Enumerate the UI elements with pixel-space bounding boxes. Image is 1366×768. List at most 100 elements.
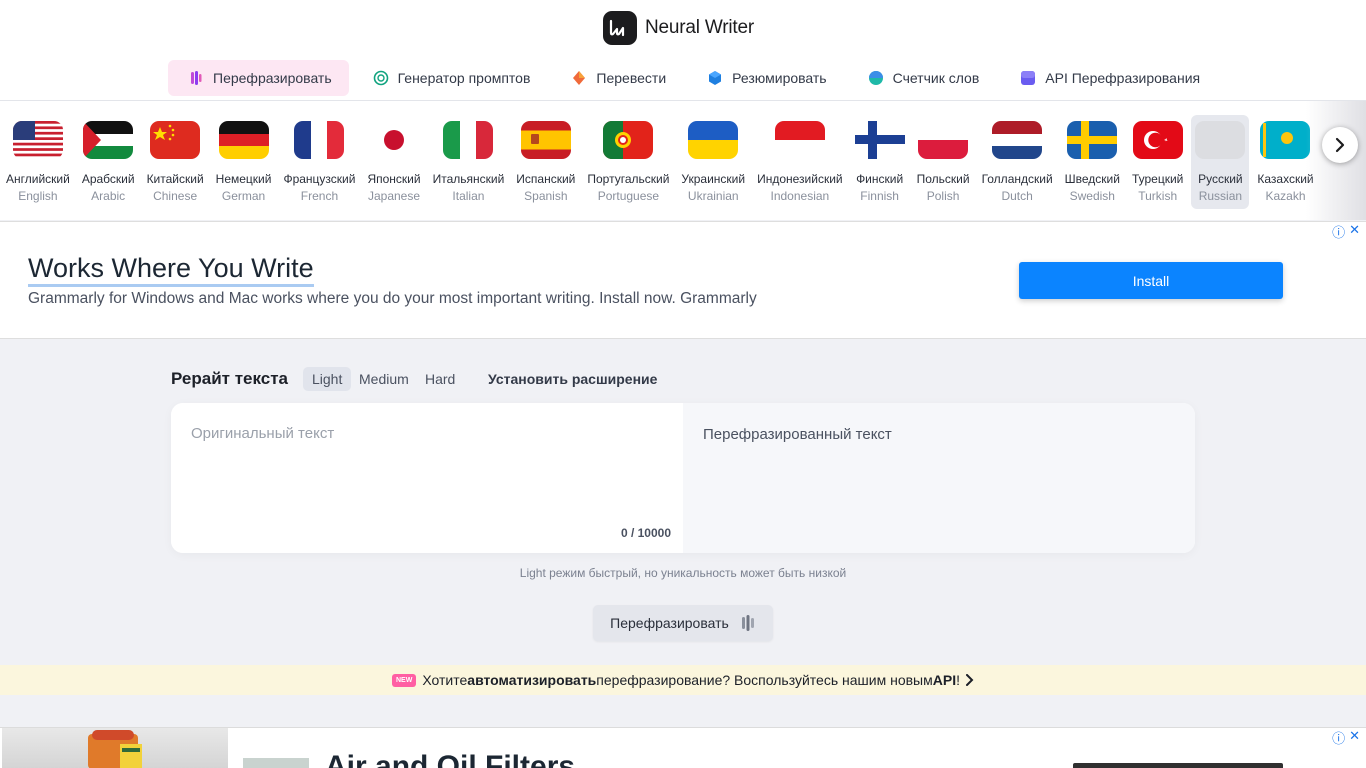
paraphrase-icon	[188, 70, 213, 86]
ad-close-icon[interactable]: ✕	[1349, 728, 1360, 747]
api-promo-bar[interactable]: NEW Хотите автоматизировать перефразиров…	[0, 665, 1366, 695]
nav-item-0[interactable]: Перефразировать	[168, 60, 349, 96]
paraphrase-button-label: Перефразировать	[610, 615, 729, 631]
language-english-name: English	[18, 189, 58, 203]
flag-cn-icon	[150, 121, 201, 159]
prompt-generator-icon	[373, 70, 398, 86]
language-native-name: Голландский	[981, 172, 1053, 186]
language-swedish[interactable]: Шведский Swedish	[1061, 115, 1124, 209]
translate-icon	[571, 70, 596, 86]
ad2-controls: ⓘ ✕	[1332, 728, 1360, 747]
language-dutch[interactable]: Голландский Dutch	[978, 115, 1057, 209]
ad-close-icon[interactable]: ✕	[1349, 222, 1360, 241]
nav-item-label: Перевести	[596, 70, 667, 86]
promo-text-end: !	[956, 672, 960, 688]
input-pane: 0 / 10000	[171, 403, 683, 553]
ad2-button[interactable]	[1073, 763, 1283, 768]
language-portuguese[interactable]: Португальский Portuguese	[583, 115, 673, 209]
language-english-name: German	[221, 189, 266, 203]
logo[interactable]: Neural Writer	[603, 11, 754, 45]
language-native-name: Итальянский	[432, 172, 505, 186]
ad-description: Grammarly for Windows and Mac works wher…	[28, 290, 757, 307]
language-english-name: Arabic	[91, 189, 126, 203]
install-extension-link[interactable]: Установить расширение	[488, 371, 657, 387]
language-arabic[interactable]: Арабский Arabic	[78, 115, 139, 209]
output-pane: Перефразированный текст	[683, 403, 1195, 553]
language-native-name: Французский	[283, 172, 356, 186]
language-indonesian[interactable]: Индонезийский Indonesian	[753, 115, 847, 209]
flag-de-icon	[218, 121, 269, 159]
mode-medium[interactable]: Medium	[350, 367, 418, 391]
grammarly-ad[interactable]: Works Where You Write Grammarly for Wind…	[0, 221, 1366, 339]
flag-it-icon	[443, 121, 494, 159]
nav-item-4[interactable]: Счетчик слов	[848, 60, 997, 96]
paraphrase-button[interactable]: Перефразировать	[593, 605, 773, 641]
language-italian[interactable]: Итальянский Italian	[429, 115, 509, 209]
ad-product-image[interactable]	[2, 728, 228, 768]
language-bar: Английский English Арабский Arabic Китайский…	[0, 101, 1366, 220]
language-english-name: Indonesian	[770, 189, 830, 203]
language-spanish[interactable]: Испанский Spanish	[512, 115, 579, 209]
promo-api-link[interactable]: API	[933, 672, 956, 688]
word-counter-icon	[868, 70, 893, 86]
language-native-name: Китайский	[146, 172, 204, 186]
filters-ad[interactable]: Air and Oil Filters ⓘ ✕	[0, 727, 1366, 768]
original-text-input[interactable]	[191, 425, 661, 525]
language-native-name: Русский	[1198, 172, 1243, 186]
language-native-name: Финский	[856, 172, 904, 186]
language-english-name: Ukrainian	[687, 189, 739, 203]
language-german[interactable]: Немецкий German	[212, 115, 276, 209]
language-polish[interactable]: Польский Polish	[913, 115, 974, 209]
ad-info-icon[interactable]: ⓘ	[1332, 222, 1345, 241]
language-english-name: Japanese	[367, 189, 421, 203]
language-english-name: French	[300, 189, 339, 203]
language-english-name: Russian	[1198, 189, 1243, 203]
promo-text-middle: перефразирование? Воспользуйтесь нашим н…	[596, 672, 933, 688]
language-native-name: Индонезийский	[757, 172, 843, 186]
language-turkish[interactable]: Турецкий Turkish	[1128, 115, 1187, 209]
language-english-name: Finnish	[860, 189, 899, 203]
language-native-name: Турецкий	[1131, 172, 1184, 186]
language-chinese[interactable]: Китайский Chinese	[143, 115, 208, 209]
nav-item-5[interactable]: API Перефразирования	[1000, 60, 1217, 96]
language-russian[interactable]: Русский Russian	[1191, 115, 1250, 209]
language-english[interactable]: Английский English	[2, 115, 74, 209]
flag-ru-icon	[1195, 121, 1246, 159]
language-japanese[interactable]: Японский Japanese	[363, 115, 424, 209]
flag-us-icon	[12, 121, 63, 159]
language-english-name: Kazakh	[1265, 189, 1306, 203]
ad-info-icon[interactable]: ⓘ	[1332, 728, 1345, 747]
ad-controls: ⓘ ✕	[1332, 222, 1360, 241]
ad-install-button[interactable]: Install	[1019, 262, 1283, 299]
language-native-name: Японский	[367, 172, 421, 186]
language-native-name: Португальский	[587, 172, 670, 186]
flag-jp-icon	[369, 121, 420, 159]
nav-item-3[interactable]: Резюмировать	[687, 60, 843, 96]
mode-light[interactable]: Light	[303, 367, 352, 391]
language-native-name: Испанский	[516, 172, 576, 186]
language-french[interactable]: Французский French	[279, 115, 359, 209]
ad2-title[interactable]: Air and Oil Filters	[325, 750, 575, 768]
flag-se-icon	[1067, 121, 1118, 159]
ad-thumbnail[interactable]	[243, 758, 309, 768]
nav-item-label: API Перефразирования	[1045, 70, 1201, 86]
language-finnish[interactable]: Финский Finnish	[851, 115, 909, 209]
nav-item-label: Счетчик слов	[892, 70, 980, 86]
language-native-name: Арабский	[81, 172, 135, 186]
language-english-name: Polish	[926, 189, 960, 203]
next-arrow-button[interactable]	[1322, 127, 1358, 163]
language-native-name: Шведский	[1064, 172, 1120, 186]
nav-item-label: Перефразировать	[213, 70, 332, 86]
flag-kz-icon	[1260, 121, 1311, 159]
ad-title[interactable]: Works Where You Write	[28, 252, 314, 287]
flag-ua-icon	[688, 121, 739, 159]
nav-item-2[interactable]: Перевести	[551, 60, 683, 96]
language-english-name: Chinese	[153, 189, 198, 203]
nav-item-1[interactable]: Генератор промптов	[353, 60, 548, 96]
language-ukrainian[interactable]: Украинский Ukrainian	[677, 115, 749, 209]
mode-hard[interactable]: Hard	[416, 367, 464, 391]
flag-tr-icon	[1132, 121, 1183, 159]
language-english-name: Portuguese	[597, 189, 660, 203]
logo-icon	[603, 11, 637, 45]
paraphrase-icon	[741, 615, 754, 631]
